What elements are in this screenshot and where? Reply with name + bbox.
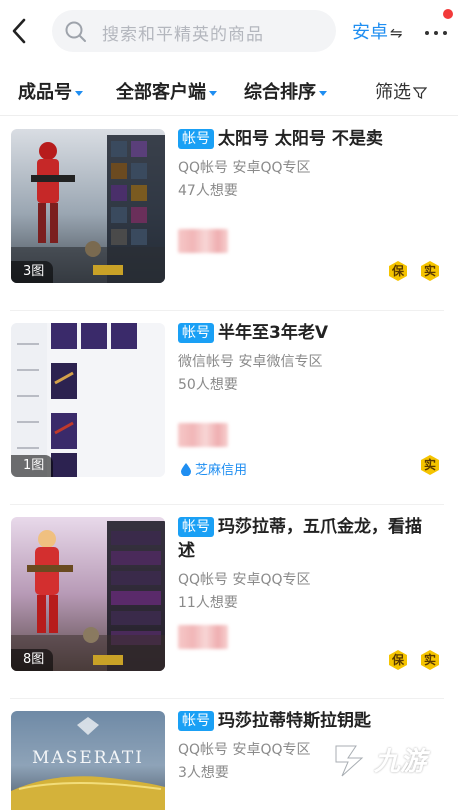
item-thumbnail: 3图 <box>11 129 165 283</box>
image-count-badge: 3图 <box>11 261 54 283</box>
badge-text: 实 <box>423 458 436 472</box>
platform-switch[interactable]: 安卓 ⇋ <box>352 18 403 44</box>
list-item[interactable]: 1图 帐号 半年至3年老V 微信帐号 安卓微信专区 50人想要 芝麻信用 实 <box>0 311 458 505</box>
search-input[interactable]: 搜索和平精英的商品 <box>52 10 336 52</box>
item-category: QQ帐号 安卓QQ专区 <box>178 572 311 588</box>
watermark-text: 九游 <box>374 747 427 777</box>
item-want-count: 50人想要 <box>178 377 238 393</box>
verified-badge: 实 <box>419 260 441 282</box>
list-item[interactable]: 3图 帐号 太阳号 太阳号 不是卖 QQ帐号 安卓QQ专区 47人想要 保 实 <box>0 117 458 311</box>
image-count-badge: 1图 <box>11 455 54 477</box>
item-price-blurred <box>178 423 228 447</box>
verified-badge: 实 <box>419 454 441 476</box>
item-title: 帐号 半年至3年老V <box>178 321 438 345</box>
search-icon <box>64 20 88 44</box>
item-price-blurred <box>178 625 228 649</box>
watermark-logo-icon <box>335 745 364 777</box>
filter-client[interactable]: 全部客户端 <box>116 78 217 104</box>
back-icon[interactable] <box>6 14 34 48</box>
filter-label: 成品号 <box>18 82 72 103</box>
filter-label: 全部客户端 <box>116 82 206 103</box>
maserati-logo-text: MASERATI <box>32 748 144 768</box>
platform-label: 安卓 <box>352 22 388 43</box>
image-count-badge: 8图 <box>11 649 54 671</box>
item-title-text: 半年至3年老V <box>218 323 328 343</box>
sesame-credit-label: 芝麻信用 <box>180 459 247 480</box>
dropdown-triangle-icon <box>319 90 327 96</box>
item-title: 帐号 太阳号 太阳号 不是卖 <box>178 127 438 151</box>
verified-badge: 实 <box>419 649 441 671</box>
item-title-text: 玛莎拉蒂，五爪金龙，看描述 <box>178 517 422 561</box>
filter-bar: 成品号 全部客户端 综合排序 筛选 <box>0 64 458 116</box>
badge-text: 保 <box>391 264 404 278</box>
watermark: 九游 <box>328 736 438 786</box>
top-bar: 搜索和平精英的商品 安卓 ⇋ <box>0 0 458 64</box>
badge-text: 实 <box>423 653 436 667</box>
badge-text: 实 <box>423 264 436 278</box>
swap-icon: ⇋ <box>390 24 403 42</box>
filter-product-type[interactable]: 成品号 <box>18 78 83 104</box>
badge-text: 保 <box>391 653 404 667</box>
item-thumbnail: 1图 <box>11 323 165 477</box>
filter-screen[interactable]: 筛选 <box>375 78 428 105</box>
item-title-text: 玛莎拉蒂特斯拉钥匙 <box>218 711 371 731</box>
item-title: 帐号 玛莎拉蒂特斯拉钥匙 <box>178 709 438 733</box>
account-tag: 帐号 <box>178 711 214 731</box>
account-tag: 帐号 <box>178 323 214 343</box>
item-want-count: 47人想要 <box>178 183 238 199</box>
item-thumbnail: 8图 <box>11 517 165 671</box>
item-category: 微信帐号 安卓微信专区 <box>178 354 323 370</box>
guarantee-badge: 保 <box>387 260 409 282</box>
account-tag: 帐号 <box>178 129 214 149</box>
item-category: QQ帐号 安卓QQ专区 <box>178 160 311 176</box>
water-drop-icon <box>180 462 192 480</box>
funnel-icon <box>412 84 428 105</box>
notification-dot <box>443 9 453 19</box>
filter-label: 筛选 <box>375 82 411 103</box>
dropdown-triangle-icon <box>209 90 217 96</box>
sesame-credit-text: 芝麻信用 <box>195 463 248 478</box>
filter-sort[interactable]: 综合排序 <box>244 78 327 104</box>
item-thumbnail: MASERATI <box>11 711 165 810</box>
guarantee-badge: 保 <box>387 649 409 671</box>
account-tag: 帐号 <box>178 517 214 537</box>
item-title-text: 太阳号 太阳号 不是卖 <box>218 129 383 149</box>
search-placeholder: 搜索和平精英的商品 <box>102 25 264 45</box>
list-item[interactable]: 8图 帐号 玛莎拉蒂，五爪金龙，看描述 QQ帐号 安卓QQ专区 11人想要 保 实 <box>0 505 458 699</box>
dropdown-triangle-icon <box>75 90 83 96</box>
filter-label: 综合排序 <box>244 82 316 103</box>
item-title: 帐号 玛莎拉蒂，五爪金龙，看描述 <box>178 515 438 563</box>
item-want-count: 3人想要 <box>178 765 229 781</box>
item-want-count: 11人想要 <box>178 595 238 611</box>
more-icon[interactable] <box>424 16 448 46</box>
item-category: QQ帐号 安卓QQ专区 <box>178 742 311 758</box>
item-price-blurred <box>178 229 228 253</box>
